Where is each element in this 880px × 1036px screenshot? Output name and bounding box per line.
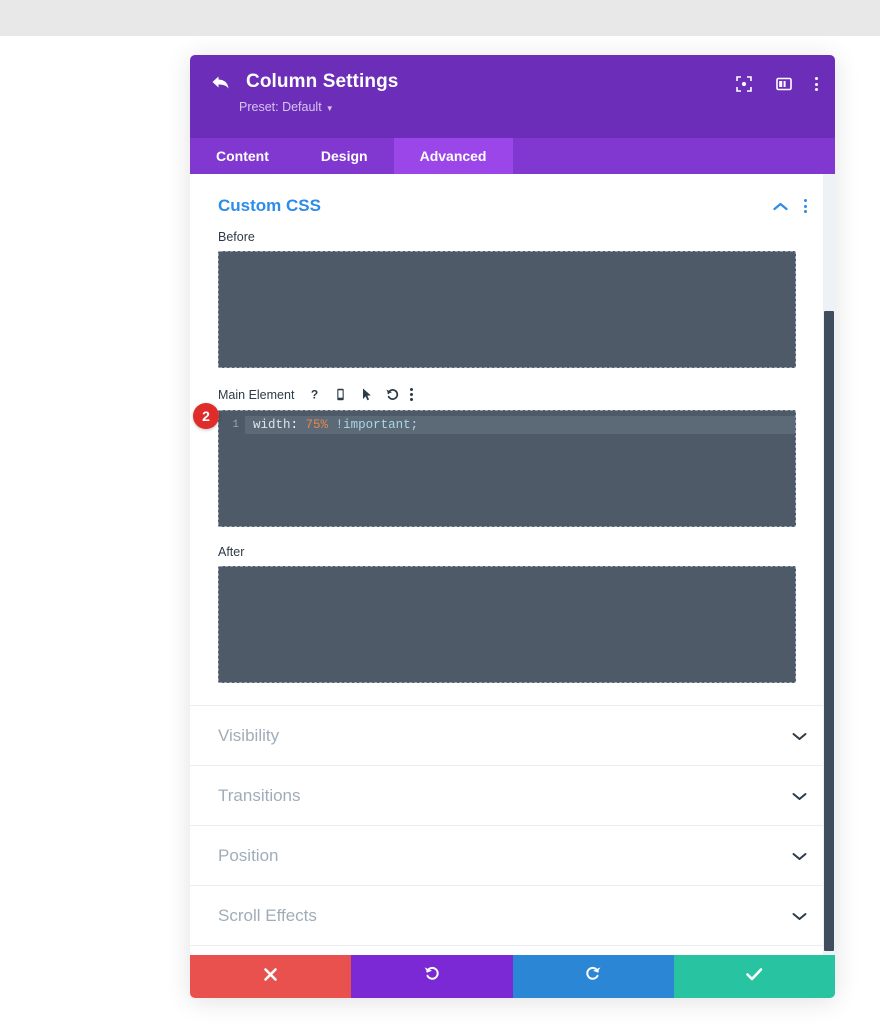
before-textarea[interactable] xyxy=(218,251,796,368)
main-element-code-editor[interactable]: 1 width: 75% !important; xyxy=(218,410,796,527)
field-after: After xyxy=(218,545,807,683)
scrollbar-track[interactable] xyxy=(823,174,835,955)
tab-bar: Content Design Advanced xyxy=(190,138,835,174)
field-main-element: Main Element ? 2 1 width: 75% !important… xyxy=(193,386,807,527)
step-badge-2: 2 xyxy=(193,403,219,429)
custom-css-section-header[interactable]: Custom CSS xyxy=(190,174,835,230)
field-label-after: After xyxy=(218,545,245,559)
tab-design[interactable]: Design xyxy=(295,138,394,174)
layout-panel-icon[interactable] xyxy=(775,75,793,93)
code-token-colon: : xyxy=(290,418,299,432)
accordion-item-transitions[interactable]: Transitions xyxy=(190,766,835,826)
redo-button[interactable] xyxy=(512,955,674,998)
save-button[interactable] xyxy=(673,955,835,998)
main-element-code-editor-wrap: 2 1 width: 75% !important; xyxy=(193,403,796,527)
code-gutter: 1 xyxy=(219,411,245,526)
code-token-value: 75% xyxy=(305,418,329,432)
column-settings-modal: Column Settings Preset: Default ▼ Conten… xyxy=(190,55,835,998)
accordion-item-scroll-effects[interactable]: Scroll Effects xyxy=(190,886,835,946)
focus-mode-icon[interactable] xyxy=(735,75,753,93)
accordion-item-position[interactable]: Position xyxy=(190,826,835,886)
undo-icon xyxy=(423,965,441,988)
back-arrow-icon[interactable] xyxy=(210,74,230,91)
undo-button[interactable] xyxy=(351,955,513,998)
custom-css-fields: Before Main Element ? 2 1 width: 75% !im… xyxy=(190,230,835,683)
code-token-important: !important; xyxy=(335,418,419,432)
page-title: Column Settings xyxy=(246,71,399,92)
tab-advanced[interactable]: Advanced xyxy=(393,138,513,174)
check-icon xyxy=(745,966,764,988)
modal-header-top: Column Settings xyxy=(210,71,815,93)
field-label-before: Before xyxy=(218,230,255,244)
line-number: 1 xyxy=(232,419,239,431)
accordion-item-visibility[interactable]: Visibility xyxy=(190,706,835,766)
close-icon xyxy=(262,966,279,988)
code-token-property: width xyxy=(253,418,291,432)
code-content: width: 75% !important; xyxy=(245,411,795,526)
code-line-1: width: 75% !important; xyxy=(245,416,795,434)
browser-top-strip xyxy=(0,0,880,36)
hover-cursor-icon[interactable] xyxy=(358,386,375,403)
field-before: Before xyxy=(218,230,807,368)
field-label-main-element: Main Element xyxy=(218,387,295,402)
accordion-label: Transitions xyxy=(218,785,301,805)
tab-content[interactable]: Content xyxy=(190,138,295,174)
help-icon[interactable]: ? xyxy=(306,386,323,403)
more-options-icon[interactable] xyxy=(804,199,807,213)
preset-selector[interactable]: Preset: Default ▼ xyxy=(239,100,334,114)
svg-text:?: ? xyxy=(311,388,318,402)
cancel-button[interactable] xyxy=(190,955,352,998)
accordion-label: Position xyxy=(218,845,279,865)
preset-label: Preset: Default xyxy=(239,100,322,114)
chevron-down-icon: ▼ xyxy=(325,103,334,113)
accordion-label: Visibility xyxy=(218,725,280,745)
accordion-label: Scroll Effects xyxy=(218,905,317,925)
page-root: Column Settings Preset: Default ▼ Conten… xyxy=(0,0,880,1036)
chevron-down-icon xyxy=(792,729,807,743)
advanced-accordion: Visibility Transitions Position Scroll E… xyxy=(190,705,835,946)
modal-header-icons xyxy=(735,75,818,93)
reset-icon[interactable] xyxy=(384,386,401,403)
section-title: Custom CSS xyxy=(218,196,321,215)
modal-body: Custom CSS Before Main Element ? 2 1 wid… xyxy=(190,174,835,955)
redo-icon xyxy=(584,965,602,988)
main-element-label-row: Main Element ? xyxy=(218,386,807,403)
modal-header: Column Settings Preset: Default ▼ xyxy=(190,55,835,138)
section-actions xyxy=(773,199,807,213)
chevron-down-icon xyxy=(792,849,807,863)
more-options-icon[interactable] xyxy=(410,388,414,401)
after-textarea[interactable] xyxy=(218,566,796,683)
responsive-device-icon[interactable] xyxy=(332,386,349,403)
modal-footer xyxy=(190,955,835,998)
chevron-up-icon[interactable] xyxy=(773,199,788,213)
chevron-down-icon xyxy=(792,909,807,923)
more-options-icon[interactable] xyxy=(815,77,818,91)
vertical-scrollbar[interactable] xyxy=(824,311,834,951)
chevron-down-icon xyxy=(792,789,807,803)
